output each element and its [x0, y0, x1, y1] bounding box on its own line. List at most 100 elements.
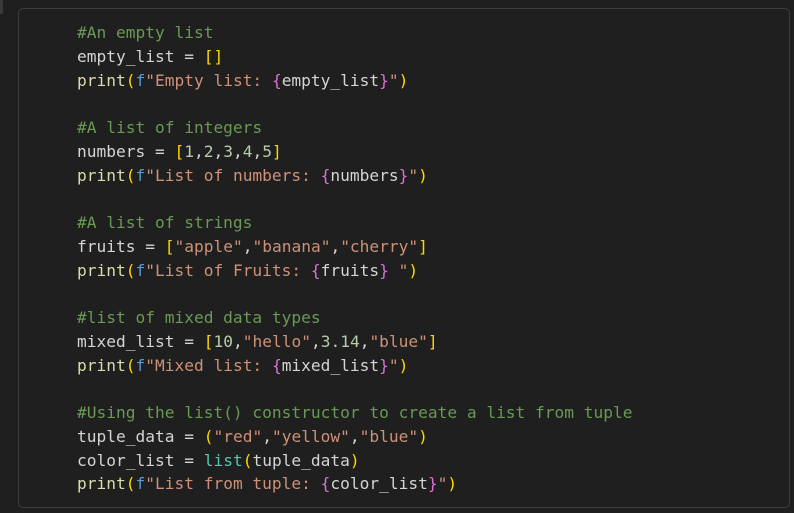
code-token-var: numbers — [77, 141, 146, 161]
code-line[interactable]: #A list of integers — [77, 116, 633, 140]
code-token-prefix: f — [135, 165, 146, 185]
code-token-str: "apple" — [174, 236, 243, 256]
code-token-paren: ( — [242, 450, 253, 470]
code-line[interactable]: print(f"List from tuple: {color_list}") — [77, 472, 633, 496]
blank-line[interactable] — [77, 92, 633, 116]
code-token-punc: , — [330, 236, 341, 256]
code-token-var: color_list — [330, 474, 428, 494]
code-token-str: "yellow" — [271, 426, 350, 446]
code-line[interactable]: #list of mixed data types — [77, 306, 633, 330]
code-token-str: " — [388, 260, 409, 280]
code-token-comment: #Using the list() constructor to create … — [77, 403, 633, 422]
code-token-str: "banana" — [252, 236, 331, 256]
code-token-comment: #list of mixed data types — [77, 308, 321, 327]
code-token-fn: print — [77, 165, 126, 185]
code-token-var: mixed_list — [77, 331, 175, 351]
code-line[interactable]: mixed_list = [10,"hello",3.14,"blue"] — [77, 330, 633, 354]
code-token-brace: { — [320, 165, 331, 185]
code-token-str: "List of numbers: — [145, 165, 321, 185]
code-line[interactable]: #An empty list — [77, 21, 633, 45]
code-token-str: " — [437, 474, 448, 494]
code-token-punc: , — [262, 426, 272, 446]
code-token-comment: #A list of integers — [77, 118, 263, 137]
code-token-bracket: [ — [203, 331, 214, 351]
code-line[interactable]: numbers = [1,2,3,4,5] — [77, 140, 633, 164]
code-token-var: fruits — [77, 236, 136, 256]
code-token-brace: { — [320, 474, 331, 494]
code-token-paren: ) — [408, 260, 419, 280]
code-token-fn: print — [77, 355, 126, 375]
code-token-paren: ) — [398, 355, 409, 375]
blank-line[interactable] — [77, 187, 633, 211]
code-token-str: " — [408, 165, 419, 185]
code-token-bracket: ] — [427, 331, 438, 351]
code-token-prefix: f — [135, 260, 146, 280]
code-token-var: mixed_list — [281, 355, 380, 375]
code-token-op: = — [174, 426, 204, 446]
code-token-str: "List of Fruits: — [145, 260, 311, 280]
code-token-op: = — [174, 450, 204, 470]
code-token-op: = — [174, 46, 204, 66]
code-token-brace: } — [379, 260, 389, 280]
code-token-num: 1 — [184, 141, 194, 161]
code-line[interactable]: tuple_data = ("red","yellow","blue") — [77, 425, 633, 449]
notebook-page: #An empty list empty_list = [] print(f"Emp… — [0, 0, 794, 513]
code-token-comment: #An empty list — [77, 23, 214, 42]
code-token-punc: , — [232, 141, 243, 161]
code-token-punc: , — [242, 236, 253, 256]
code-token-fn: print — [77, 70, 126, 90]
code-token-str: "blue" — [359, 426, 419, 446]
code-token-str: "red" — [213, 426, 263, 446]
code-token-prefix: f — [135, 355, 146, 375]
code-token-paren: ( — [203, 426, 214, 446]
code-token-bracket: [] — [203, 46, 224, 66]
code-token-brace: { — [271, 355, 282, 375]
code-token-builtin: list — [203, 450, 243, 470]
code-token-punc: , — [193, 141, 204, 161]
code-cell[interactable]: #An empty list empty_list = [] print(f"Emp… — [18, 8, 790, 508]
code-token-paren: ) — [349, 450, 360, 470]
code-line[interactable]: color_list = list(tuple_data) — [77, 449, 633, 473]
code-line[interactable]: empty_list = [] — [77, 45, 633, 69]
code-line[interactable]: print(f"Empty list: {empty_list}") — [77, 69, 633, 93]
code-token-comment: #A list of strings — [77, 213, 253, 232]
code-token-brace: } — [427, 474, 438, 494]
code-token-paren: ) — [398, 70, 409, 90]
code-editor[interactable]: #An empty list empty_list = [] print(f"Emp… — [77, 21, 633, 496]
code-token-punc: , — [232, 331, 243, 351]
code-token-punc: , — [359, 331, 370, 351]
code-line[interactable]: print(f"List of numbers: {numbers}") — [77, 164, 633, 188]
code-token-paren: ) — [418, 426, 428, 446]
code-token-var: tuple_data — [77, 426, 175, 446]
blank-line[interactable] — [77, 377, 633, 401]
code-line[interactable]: print(f"Mixed list: {mixed_list}") — [77, 354, 633, 378]
code-token-punc: , — [310, 331, 321, 351]
code-token-punc: , — [213, 141, 224, 161]
code-line[interactable]: fruits = ["apple","banana","cherry"] — [77, 235, 633, 259]
code-line[interactable]: print(f"List of Fruits: {fruits} ") — [77, 259, 633, 283]
blank-line[interactable] — [77, 282, 633, 306]
code-token-paren: ) — [447, 474, 458, 494]
code-token-num: 3.14 — [320, 331, 360, 351]
code-token-brace: } — [379, 70, 389, 90]
code-token-punc: , — [349, 426, 360, 446]
code-token-str: "cherry" — [340, 236, 419, 256]
code-token-var: tuple_data — [252, 450, 350, 470]
code-token-prefix: f — [135, 70, 146, 90]
code-token-brace: } — [398, 165, 409, 185]
code-token-op: = — [135, 236, 165, 256]
code-token-num: 10 — [213, 331, 233, 351]
code-line[interactable]: #A list of strings — [77, 211, 633, 235]
code-token-bracket: ] — [271, 141, 282, 161]
code-token-str: "hello" — [242, 331, 311, 351]
code-line[interactable]: #Using the list() constructor to create … — [77, 401, 633, 425]
code-token-var: fruits — [320, 260, 380, 280]
code-token-brace: } — [379, 355, 389, 375]
code-token-str: "Empty list: — [145, 70, 272, 90]
cell-gutter-marker — [0, 0, 3, 14]
code-token-num: 5 — [262, 141, 272, 161]
code-token-brace: { — [310, 260, 321, 280]
code-token-str: " — [388, 70, 399, 90]
code-token-var: empty_list — [281, 70, 380, 90]
code-token-str: "blue" — [369, 331, 428, 351]
